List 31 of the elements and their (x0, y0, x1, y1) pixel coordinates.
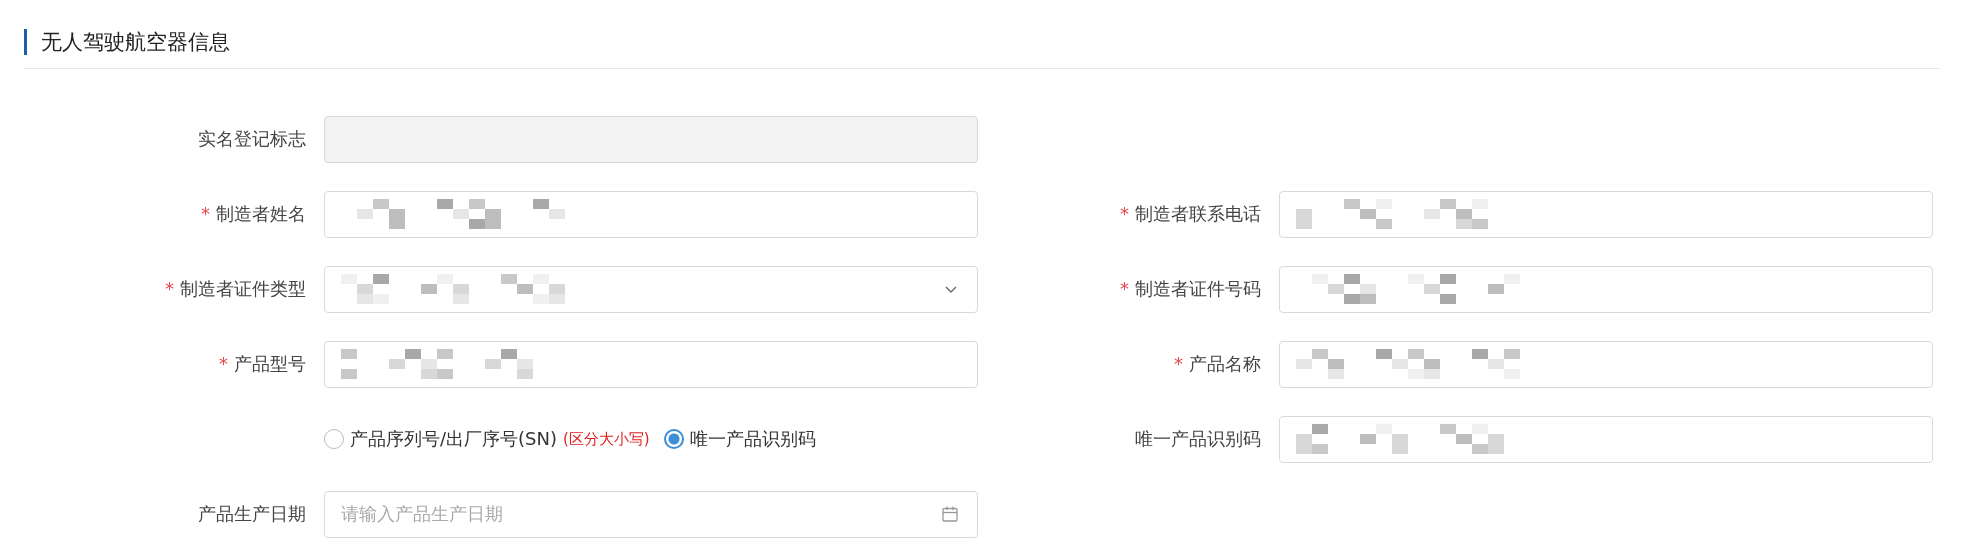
field-label: 产品生产日期 (198, 503, 306, 524)
calendar-icon (941, 505, 959, 523)
input-field[interactable] (1279, 415, 1933, 463)
required-mark: * (201, 203, 210, 224)
radio-label[interactable]: 产品序列号/出厂序号(SN) (350, 427, 557, 451)
input-field[interactable] (324, 115, 978, 163)
field-label: 制造者姓名 (216, 203, 306, 224)
input-field[interactable] (1279, 265, 1933, 313)
radio-option[interactable]: 产品序列号/出厂序号(SN) (区分大小写) (324, 427, 650, 451)
required-mark: * (165, 278, 174, 299)
input-field[interactable] (1279, 340, 1933, 388)
field-label: 制造者证件类型 (180, 278, 306, 299)
section-title: 无人驾驶航空器信息 (41, 29, 230, 56)
input-field[interactable] (1279, 190, 1933, 238)
field-label: 制造者证件号码 (1135, 278, 1261, 299)
input-field[interactable] (324, 340, 978, 388)
input-field[interactable] (324, 190, 978, 238)
radio-button[interactable] (663, 429, 684, 449)
required-mark: * (1120, 278, 1129, 299)
required-mark: * (1120, 203, 1129, 224)
select-field[interactable] (324, 265, 978, 313)
field-label: 实名登记标志 (198, 128, 306, 149)
field-label: 制造者联系电话 (1135, 203, 1261, 224)
radio-option[interactable]: 唯一产品识别码 (663, 427, 816, 451)
radio-label[interactable]: 唯一产品识别码 (689, 427, 816, 451)
field-label: 产品型号 (234, 353, 306, 374)
required-mark: * (1174, 353, 1183, 374)
field-label: 产品名称 (1189, 353, 1261, 374)
required-mark: * (219, 353, 228, 374)
case-sensitive-note: (区分大小写) (563, 429, 650, 449)
field-label: 唯一产品识别码 (1135, 428, 1261, 449)
